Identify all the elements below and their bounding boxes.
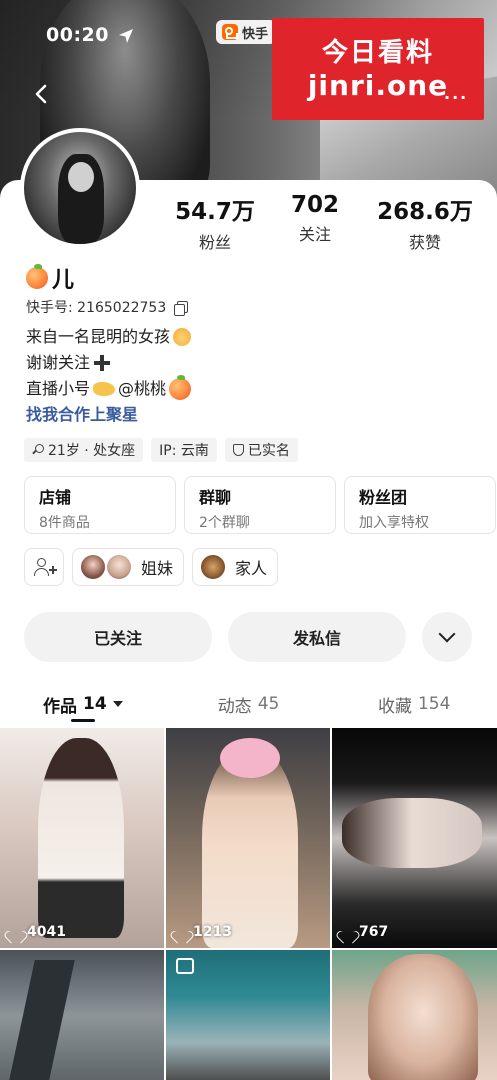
gender-female-icon [32,444,44,456]
status-time: 00:20 [46,24,109,46]
heart-icon [9,926,23,939]
entry-fan-club[interactable]: 粉丝团 加入享特权 [344,476,496,534]
avatar [199,553,228,581]
heart-icon [175,926,189,939]
family-chip[interactable]: 家人 [192,548,279,586]
like-count: 1213 [175,924,232,940]
avatar [79,553,107,581]
shield-check-icon [232,444,244,456]
chevron-down-icon [438,625,456,643]
stat-following-value: 702 [290,192,339,218]
social-row: 姐妹 家人 [24,548,279,586]
tag-age: 21岁 · 处女座 [24,438,144,462]
tab-works[interactable]: 作品 14 [0,684,166,724]
stat-following-label: 关注 [298,225,331,244]
works-grid: 4041 1213 767 [0,728,497,1080]
family-chip-label: 家人 [235,559,268,578]
more-options-icon[interactable]: ... [444,84,468,103]
tag-verified: 已实名 [224,438,298,462]
copy-icon[interactable] [174,300,189,316]
location-arrow-icon [119,29,133,43]
bio-cooperation-link[interactable]: 找我合作上聚星 [26,402,138,428]
bio-mention[interactable]: @桃桃 [118,376,166,402]
bio-line-1: 来自一名昆明的女孩 [26,327,171,346]
feature-entries: 店铺 8件商品 群聊 2个群聊 粉丝团 加入享特权 [24,476,496,534]
video-thumbnail[interactable]: 1213 [166,728,330,948]
sisters-chip[interactable]: 姐妹 [72,548,185,586]
stat-following[interactable]: 702 关注 [270,192,360,253]
user-id-row: 快手号: 2165022753 [26,297,189,317]
stat-likes-value: 268.6万 [377,199,473,225]
entry-group-chat[interactable]: 群聊 2个群聊 [184,476,336,534]
peach-emoji-icon [169,375,192,400]
profile-name-row: 儿 [26,262,74,294]
pointing-hand-emoji-icon [93,382,116,396]
send-message-button[interactable]: 发私信 [228,612,406,662]
sisters-chip-label: 姐妹 [141,559,174,578]
user-id: 快手号: 2165022753 [26,300,167,316]
avatar[interactable] [20,128,140,248]
photo-thumbnail[interactable] [166,950,330,1080]
add-friend-icon[interactable] [24,548,64,586]
video-thumbnail[interactable] [0,950,164,1080]
bio-line-2: 谢谢关注 [26,353,91,372]
tab-favorites[interactable]: 收藏 154 [331,684,497,724]
action-buttons: 已关注 发私信 [24,612,472,662]
tag-ip: IP: 云南 [151,438,217,462]
girl-emoji-icon [173,328,192,346]
profile-name: 儿 [52,268,75,293]
stat-likes-label: 获赞 [408,233,441,252]
heart-icon [341,926,355,939]
gallery-icon [176,958,194,974]
content-tabs: 作品 14 动态 45 收藏 154 [0,684,497,724]
stat-likes[interactable]: 268.6万 获赞 [360,192,490,253]
video-thumbnail[interactable] [332,950,497,1080]
stat-followers[interactable]: 54.7万 粉丝 [160,192,270,253]
like-count: 767 [341,924,388,940]
watermark: 今日看料 jinri.one [272,18,484,120]
stats-row: 54.7万 粉丝 702 关注 268.6万 获赞 [160,192,490,253]
dropdown-arrow-icon [112,701,123,707]
bio-line-3: 直播小号 [26,379,91,398]
kuaishou-logo-icon [222,24,238,40]
back-icon[interactable] [28,80,56,108]
video-thumbnail[interactable]: 4041 [0,728,164,948]
bio: 来自一名昆明的女孩 谢谢关注 直播小号 @桃桃 找我合作上聚星 [26,324,192,428]
stat-followers-value: 54.7万 [175,199,255,225]
like-count: 4041 [9,924,66,940]
app-badge-label: 快手 [242,26,269,42]
avatar [105,553,133,581]
video-thumbnail[interactable]: 767 [332,728,497,948]
watermark-title: 今日看料 [321,38,434,68]
peach-emoji-icon [26,264,48,289]
entry-shop[interactable]: 店铺 8件商品 [24,476,176,534]
stat-followers-label: 粉丝 [198,233,231,252]
plus-emoji-icon [93,354,111,372]
tab-moments[interactable]: 动态 45 [166,684,332,724]
profile-tags: 21岁 · 处女座 IP: 云南 已实名 [24,438,298,462]
app-badge: 快手 [216,20,277,44]
expand-button[interactable] [422,612,472,662]
followed-button[interactable]: 已关注 [24,612,212,662]
